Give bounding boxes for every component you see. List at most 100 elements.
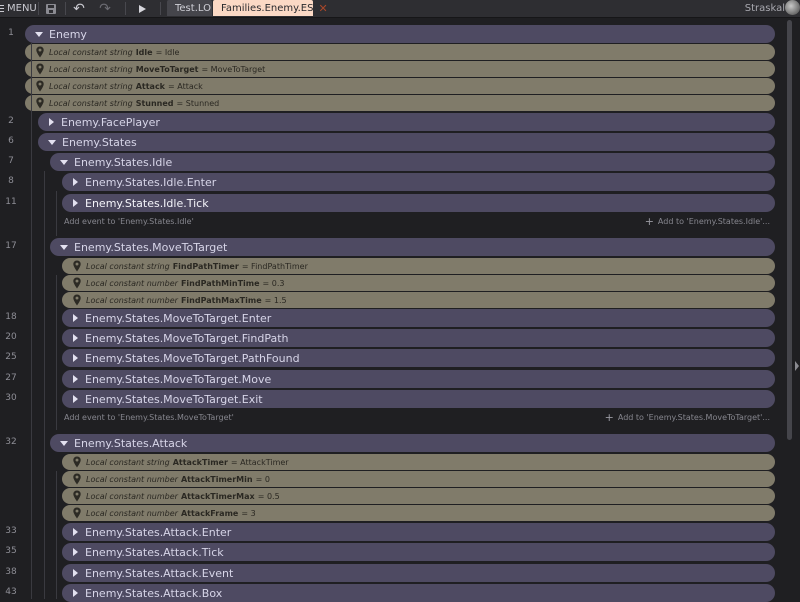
event-group[interactable]: Enemy.States.Idle	[50, 153, 775, 171]
line-number: 20	[5, 332, 17, 342]
event-group[interactable]: Enemy.States.MoveToTarget.PathFound	[62, 349, 775, 367]
save-icon	[46, 3, 56, 14]
constant-value: = FindPathTimer	[241, 261, 308, 271]
add-to-button[interactable]: + Add to 'Enemy.States.MoveToTarget'...	[605, 410, 770, 424]
line-number: 11	[5, 197, 17, 207]
expand-arrow-icon[interactable]	[73, 199, 78, 207]
line-number: 25	[5, 352, 17, 362]
expand-arrow-icon[interactable]	[73, 375, 78, 383]
local-constant-row[interactable]: Local constant number AttackTimerMax = 0.5	[62, 488, 775, 504]
expand-arrow-icon[interactable]	[73, 178, 78, 186]
add-to-button[interactable]: + Add to 'Enemy.States.Idle'...	[645, 214, 770, 228]
constant-value: = AttackTimer	[230, 457, 289, 467]
expand-arrow-icon[interactable]	[73, 334, 78, 342]
line-number: 27	[5, 373, 17, 383]
preview-button[interactable]	[134, 1, 150, 16]
event-group-label: Enemy.States.Idle.Enter	[85, 175, 217, 189]
expand-arrow-icon[interactable]	[73, 548, 78, 556]
avatar[interactable]	[785, 0, 800, 15]
event-group-label: Enemy.States.MoveToTarget.PathFound	[85, 351, 300, 365]
line-number: 32	[5, 437, 17, 447]
event-group[interactable]: Enemy.States.MoveToTarget.Move	[62, 370, 775, 388]
event-group[interactable]: Enemy.States.Attack.Tick	[62, 543, 775, 561]
pin-icon	[73, 507, 81, 519]
plus-icon: +	[604, 410, 614, 424]
local-constant-row[interactable]: Local constant string AttackTimer = Attack…	[62, 454, 775, 470]
constant-value: = 0	[255, 474, 270, 484]
constant-keyword: Local constant number	[86, 474, 178, 484]
event-group-label: Enemy.States.MoveToTarget	[74, 240, 228, 254]
add-to-label: Add to 'Enemy.States.Idle'...	[657, 216, 770, 226]
event-group-label: Enemy.States.Attack.Box	[85, 586, 223, 600]
line-number: 2	[8, 116, 14, 126]
toolbar-divider	[160, 2, 161, 15]
event-group[interactable]: Enemy.States.MoveToTarget	[50, 238, 775, 256]
pin-icon	[73, 473, 81, 485]
event-group[interactable]: Enemy.States	[38, 133, 775, 151]
event-group[interactable]: Enemy.States.Attack.Box	[62, 584, 775, 602]
collapse-arrow-icon[interactable]	[60, 440, 68, 446]
save-button[interactable]	[43, 1, 59, 16]
event-group-label: Enemy.States.MoveToTarget.Move	[85, 372, 272, 386]
vertical-scrollbar[interactable]	[785, 18, 800, 599]
local-constant-row[interactable]: Local constant number FindPathMaxTime = 1.…	[62, 292, 775, 308]
event-group[interactable]: Enemy.States.Attack	[50, 434, 775, 452]
add-event-link[interactable]: Add event to 'Enemy.States.MoveToTarget'	[64, 410, 234, 424]
collapse-arrow-icon[interactable]	[60, 159, 68, 165]
menu-icon	[0, 4, 4, 13]
expand-arrow-icon[interactable]	[73, 589, 78, 597]
menu-button[interactable]: MENU	[0, 1, 37, 16]
expand-arrow-icon[interactable]	[73, 528, 78, 536]
close-icon[interactable]: ✕	[318, 2, 327, 15]
expand-arrow-icon[interactable]	[73, 569, 78, 577]
collapse-arrow-icon[interactable]	[60, 244, 68, 250]
constant-name: Idle	[135, 47, 153, 57]
event-group[interactable]: Enemy.States.MoveToTarget.Exit	[62, 390, 775, 408]
event-group[interactable]: Enemy.FacePlayer	[38, 113, 775, 131]
local-constant-row[interactable]: Local constant string FindPathTimer = Find…	[62, 258, 775, 274]
event-group[interactable]: Enemy.States.Idle.Tick	[62, 194, 775, 212]
top-toolbar: MENU ↶ ↷ Test.LO Families.Enemy.ES ✕ Str…	[0, 0, 800, 18]
local-constant-row[interactable]: Local constant number AttackTimerMin = 0	[62, 471, 775, 487]
expand-arrow-icon[interactable]	[73, 354, 78, 362]
local-constant-row[interactable]: Local constant string Attack = Attack	[25, 78, 775, 94]
event-group[interactable]: Enemy.States.Attack.Event	[62, 564, 775, 582]
pin-icon	[73, 456, 81, 468]
local-constant-row[interactable]: Local constant number AttackFrame = 3	[62, 505, 775, 521]
local-constant-row[interactable]: Local constant number FindPathMinTime = 0.…	[62, 275, 775, 291]
constant-keyword: Local constant string	[49, 81, 133, 91]
constant-keyword: Local constant number	[86, 491, 178, 501]
expand-arrow-icon[interactable]	[73, 314, 78, 322]
expand-arrow-icon[interactable]	[73, 395, 78, 403]
event-group[interactable]: Enemy	[25, 25, 775, 43]
constant-name: AttackTimer	[172, 457, 228, 467]
collapse-arrow-icon[interactable]	[48, 139, 56, 145]
line-number: 33	[5, 526, 17, 536]
constant-value: = 0.5	[257, 491, 280, 501]
tab-families-enemy-es[interactable]: Families.Enemy.ES ✕	[213, 0, 328, 16]
undo-button[interactable]: ↶	[70, 1, 88, 17]
event-group[interactable]: Enemy.States.Idle.Enter	[62, 173, 775, 191]
event-group-label: Enemy.States.Attack	[74, 436, 188, 450]
local-constant-row[interactable]: Local constant string Stunned = Stunned	[25, 95, 775, 111]
toolbar-divider	[65, 2, 66, 15]
local-constant-row[interactable]: Local constant string Idle = Idle	[25, 44, 775, 60]
line-number: 30	[5, 393, 17, 403]
constant-value: = Attack	[168, 81, 203, 91]
tab-test-lo[interactable]: Test.LO	[167, 0, 212, 16]
collapse-arrow-icon[interactable]	[35, 31, 43, 37]
tab-label: Families.Enemy.ES	[221, 2, 314, 14]
tree-guide-line	[44, 171, 45, 599]
local-constant-row[interactable]: Local constant string MoveToTarget = MoveT…	[25, 61, 775, 77]
redo-button[interactable]: ↷	[96, 1, 114, 17]
expand-arrow-icon[interactable]	[795, 361, 799, 371]
add-event-link[interactable]: Add event to 'Enemy.States.Idle'	[64, 214, 194, 228]
event-group[interactable]: Enemy.States.Attack.Enter	[62, 523, 775, 541]
event-sheet: 1 2 6 7 8 11 17 18 20 25 27 30 32 33 35 38 43 Enemy Local…	[0, 18, 785, 602]
event-group[interactable]: Enemy.States.MoveToTarget.FindPath	[62, 329, 775, 347]
scrollbar-thumb[interactable]	[787, 20, 792, 440]
user-name[interactable]: Straskal	[745, 1, 785, 16]
line-number: 8	[8, 176, 14, 186]
expand-arrow-icon[interactable]	[49, 118, 54, 126]
event-group[interactable]: Enemy.States.MoveToTarget.Enter	[62, 309, 775, 327]
